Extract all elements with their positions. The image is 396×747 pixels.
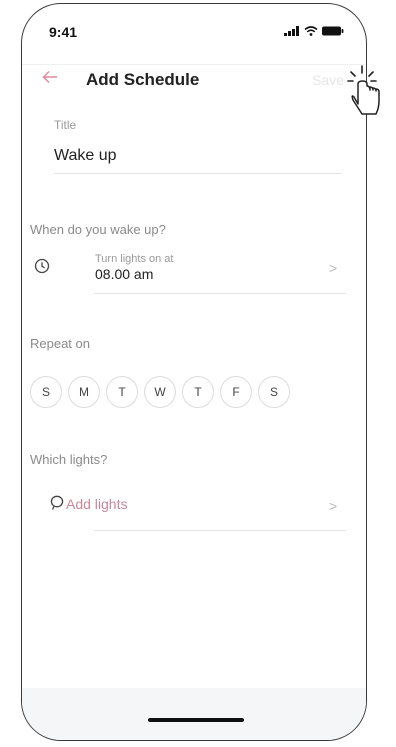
day-sunday[interactable]: S bbox=[30, 376, 62, 408]
title-divider bbox=[54, 173, 342, 174]
bulb-icon bbox=[50, 495, 64, 510]
add-lights-link[interactable]: Add lights bbox=[66, 496, 127, 512]
wifi-icon bbox=[304, 26, 318, 36]
wake-time-value: 08.00 am bbox=[95, 266, 154, 282]
status-bar: 9:41 bbox=[22, 4, 366, 65]
chevron-right-icon: > bbox=[329, 260, 338, 276]
wake-sub-label: Turn lights on at bbox=[95, 253, 174, 265]
status-time: 9:41 bbox=[49, 24, 78, 40]
phone-frame: 9:41 Add Schedule Save Title Wake up Whe… bbox=[21, 3, 367, 741]
save-button[interactable]: Save bbox=[312, 72, 344, 88]
back-button[interactable] bbox=[42, 66, 58, 90]
arrow-left-icon bbox=[42, 71, 57, 83]
chevron-right-icon: > bbox=[329, 498, 338, 514]
title-field-label: Title bbox=[54, 118, 77, 132]
app-header: Add Schedule Save bbox=[22, 66, 366, 102]
day-tuesday[interactable]: T bbox=[106, 376, 138, 408]
bottom-bar bbox=[22, 688, 366, 740]
day-thursday[interactable]: T bbox=[182, 376, 214, 408]
battery-icon bbox=[322, 26, 344, 36]
day-friday[interactable]: F bbox=[220, 376, 252, 408]
home-indicator[interactable] bbox=[148, 718, 244, 722]
day-monday[interactable]: M bbox=[68, 376, 100, 408]
lights-question: Which lights? bbox=[30, 452, 108, 467]
wake-divider bbox=[94, 293, 346, 294]
day-wednesday[interactable]: W bbox=[144, 376, 176, 408]
signal-icon bbox=[284, 26, 299, 36]
weekday-selector: S M T W T F S bbox=[30, 376, 290, 408]
status-icons bbox=[284, 26, 344, 36]
repeat-label: Repeat on bbox=[30, 336, 90, 351]
clock-icon bbox=[34, 258, 50, 274]
tap-hand-icon bbox=[347, 65, 380, 115]
title-input[interactable]: Wake up bbox=[54, 147, 117, 165]
wake-question: When do you wake up? bbox=[30, 222, 166, 237]
page-title: Add Schedule bbox=[86, 70, 200, 89]
day-saturday[interactable]: S bbox=[258, 376, 290, 408]
lights-divider bbox=[94, 530, 346, 531]
